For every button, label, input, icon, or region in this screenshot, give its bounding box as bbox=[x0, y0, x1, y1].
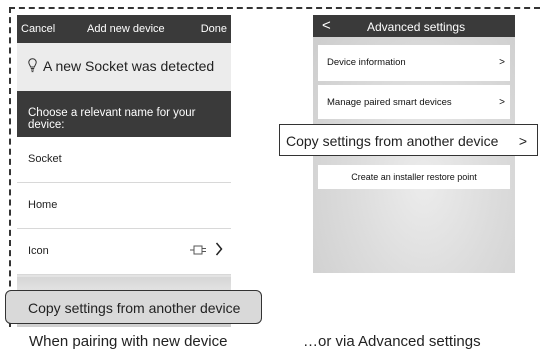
back-icon[interactable]: < bbox=[322, 17, 331, 34]
chevron-right-icon bbox=[215, 242, 223, 256]
option-label: Home bbox=[28, 199, 58, 211]
installer-restore-button[interactable]: Create an installer restore point bbox=[318, 165, 510, 189]
chevron-right-icon: > bbox=[518, 133, 527, 149]
item-label: Manage paired smart devices bbox=[327, 97, 452, 108]
navigation-bar: Cancel Add new device Done bbox=[17, 15, 231, 43]
pairing-screen: Cancel Add new device Done A new Socket … bbox=[17, 15, 231, 327]
dashed-border-left bbox=[9, 7, 11, 327]
device-detected-banner: A new Socket was detected bbox=[17, 43, 231, 91]
icon-option-row[interactable]: Icon bbox=[17, 229, 231, 275]
device-information-item[interactable]: Device information > bbox=[318, 45, 510, 81]
caption-advanced: …or via Advanced settings bbox=[303, 333, 481, 350]
cancel-button[interactable]: Cancel bbox=[21, 23, 55, 35]
name-option-home[interactable]: Home bbox=[17, 183, 231, 229]
navigation-bar: < Advanced settings bbox=[313, 15, 515, 37]
chevron-right-icon: > bbox=[499, 57, 505, 68]
item-label: Device information bbox=[327, 57, 406, 68]
screen-title: Advanced settings bbox=[367, 20, 466, 34]
option-label: Icon bbox=[28, 245, 49, 257]
plug-icon bbox=[190, 245, 206, 255]
manage-paired-devices-item[interactable]: Manage paired smart devices > bbox=[318, 85, 510, 119]
copy-settings-label: Copy settings from another device bbox=[286, 133, 499, 149]
copy-settings-label: Copy settings from another device bbox=[28, 300, 241, 316]
copy-settings-button-pairing[interactable]: Copy settings from another device bbox=[5, 290, 262, 324]
done-button[interactable]: Done bbox=[201, 23, 227, 35]
dashed-border-top bbox=[9, 7, 540, 9]
name-prompt-text: Choose a relevant name for your device: bbox=[28, 107, 196, 131]
detected-message: A new Socket was detected bbox=[43, 58, 215, 74]
caption-pairing: When pairing with new device bbox=[29, 333, 228, 350]
name-prompt-bar: Choose a relevant name for your device: bbox=[17, 91, 231, 137]
chevron-right-icon: > bbox=[499, 97, 505, 108]
copy-settings-button-advanced[interactable]: Copy settings from another device > bbox=[279, 124, 538, 156]
option-label: Socket bbox=[28, 153, 62, 165]
screen-title: Add new device bbox=[87, 23, 165, 35]
lightbulb-icon bbox=[28, 58, 37, 73]
restore-label: Create an installer restore point bbox=[351, 172, 477, 182]
name-option-socket[interactable]: Socket bbox=[17, 137, 231, 183]
